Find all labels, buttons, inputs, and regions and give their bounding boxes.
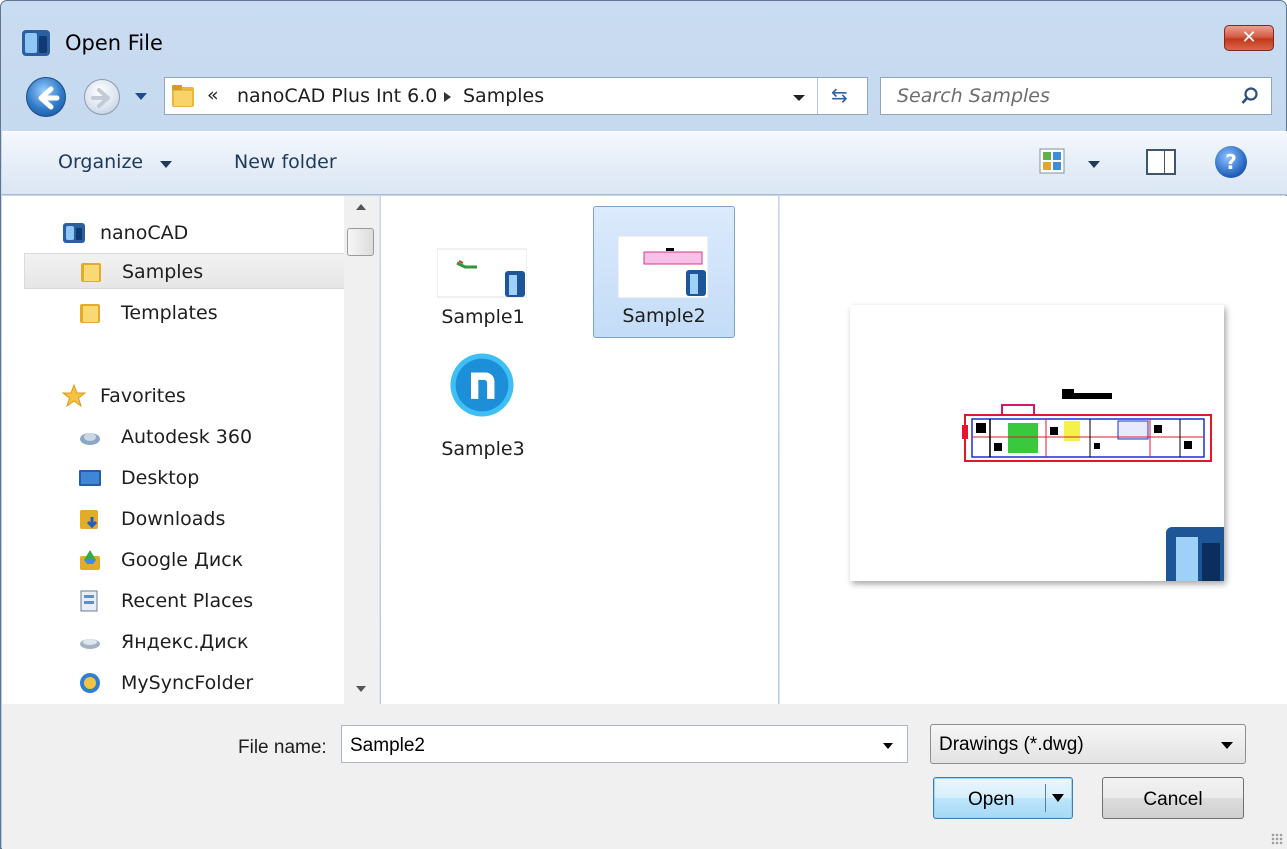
search-box[interactable]: [880, 77, 1272, 115]
nanocad-document-icon: [450, 353, 514, 417]
close-icon: ✕: [1241, 27, 1257, 48]
back-arrow-icon: [38, 86, 60, 110]
google-drive-icon: [80, 550, 100, 570]
breadcrumb-segment-samples[interactable]: Samples: [463, 85, 544, 107]
file-name-label: File name:: [238, 737, 327, 758]
organize-dropdown-arrow[interactable]: [160, 161, 172, 168]
file-item-sample3[interactable]: Sample3: [412, 339, 554, 471]
scroll-thumb[interactable]: [347, 228, 374, 256]
nav-label: MySyncFolder: [121, 672, 254, 694]
change-view-icon[interactable]: [1039, 148, 1065, 174]
recent-locations-dropdown[interactable]: [135, 93, 147, 100]
organize-button[interactable]: Organize: [58, 151, 143, 173]
new-folder-button[interactable]: New folder: [234, 151, 337, 173]
cloud-icon: [80, 433, 100, 445]
file-type-value[interactable]: Drawings (*.dwg): [939, 734, 1084, 756]
address-overflow-chevron[interactable]: «: [207, 84, 219, 106]
star-icon: [62, 384, 86, 408]
folder-icon: [81, 263, 101, 282]
nav-label: nanoCAD: [100, 222, 189, 244]
view-options-dropdown-arrow[interactable]: [1088, 161, 1100, 168]
file-type-select[interactable]: Drawings (*.dwg): [930, 724, 1246, 764]
command-toolbar: Organize New folder ?: [2, 131, 1287, 195]
refresh-icon[interactable]: ⇆: [831, 83, 848, 107]
title-bar: Open File ✕: [1, 1, 1286, 61]
open-options-arrow-icon[interactable]: [1052, 794, 1064, 802]
help-glyph: ?: [1225, 150, 1237, 174]
file-name-label: Sample2: [622, 305, 706, 327]
recent-places-icon: [80, 590, 98, 612]
file-name-value[interactable]: Sample2: [350, 735, 425, 757]
folder-icon: [80, 304, 100, 323]
nav-item-favorites[interactable]: Favorites: [52, 378, 390, 414]
drawing-preview: [850, 305, 1230, 587]
nav-item-samples[interactable]: Samples: [24, 253, 362, 289]
open-button[interactable]: Open: [933, 777, 1073, 819]
open-file-dialog: Open File ✕ « nanoCAD Plus Int 6.0 Sampl…: [0, 0, 1287, 849]
nav-label: Samples: [122, 261, 204, 283]
yandex-disk-icon: [80, 639, 100, 649]
nav-item-autodesk-360[interactable]: Autodesk 360: [24, 419, 362, 455]
search-icon[interactable]: [1241, 87, 1259, 105]
forward-button[interactable]: [84, 79, 120, 115]
nav-item-yandex-disk[interactable]: Яндекс.Диск: [24, 624, 362, 660]
preview-pane: [779, 196, 1287, 704]
file-item-sample2[interactable]: Sample2: [593, 206, 735, 338]
file-name-label: Sample3: [441, 438, 525, 460]
file-name-label: Sample1: [441, 306, 525, 328]
cancel-button-label: Cancel: [1143, 789, 1203, 810]
nav-label: Autodesk 360: [121, 426, 253, 448]
nav-item-nanocad[interactable]: nanoCAD: [52, 215, 390, 251]
cancel-button[interactable]: Cancel: [1102, 777, 1244, 819]
open-split-divider: [1045, 784, 1046, 812]
nanocad-icon: [63, 223, 85, 243]
nav-item-desktop[interactable]: Desktop: [24, 460, 362, 496]
desktop-icon: [79, 470, 101, 486]
file-name-dropdown-arrow[interactable]: [883, 743, 893, 749]
nav-item-templates[interactable]: Templates: [24, 295, 362, 331]
breadcrumb-segment-nanocad[interactable]: nanoCAD Plus Int 6.0: [237, 85, 437, 107]
nav-item-downloads[interactable]: Downloads: [24, 501, 362, 537]
nav-label: Favorites: [100, 385, 186, 407]
nav-scrollbar[interactable]: [344, 196, 379, 704]
address-bar[interactable]: « nanoCAD Plus Int 6.0 Samples ⇆: [164, 77, 868, 115]
dwg-thumbnail-icon: [437, 248, 527, 298]
nav-item-recent-places[interactable]: Recent Places: [24, 583, 362, 619]
breadcrumb-separator-icon[interactable]: [444, 92, 451, 102]
nav-label: Templates: [121, 302, 218, 324]
drawing-preview-image: [962, 389, 1230, 587]
nav-label: Google Диск: [121, 549, 244, 571]
file-name-combobox[interactable]: Sample2: [341, 725, 908, 763]
back-button[interactable]: [26, 77, 66, 117]
dialog-footer: File name: Sample2 Drawings (*.dwg) Open…: [2, 704, 1287, 849]
forward-arrow-icon: [91, 88, 110, 108]
resize-grip-icon[interactable]: [1271, 833, 1283, 845]
nav-label: Downloads: [121, 508, 226, 530]
nav-label: Recent Places: [121, 590, 254, 612]
close-button[interactable]: ✕: [1224, 25, 1274, 51]
file-type-dropdown-arrow[interactable]: [1221, 742, 1233, 749]
file-item-sample1[interactable]: Sample1: [412, 207, 554, 339]
scroll-up-arrow-icon[interactable]: [356, 204, 366, 210]
address-dropdown-arrow[interactable]: [793, 95, 805, 101]
scroll-down-arrow-icon[interactable]: [356, 686, 366, 692]
open-button-label: Open: [968, 789, 1015, 810]
address-divider: [817, 78, 818, 114]
navigation-pane: nanoCAD Samples Templates Favorites Auto…: [2, 196, 380, 704]
file-list: Sample1 Sample2 Sample3: [381, 196, 778, 704]
nav-item-mysyncfolder[interactable]: MySyncFolder: [24, 665, 362, 701]
dwg-thumbnail-icon: [618, 235, 708, 298]
window-title: Open File: [65, 31, 163, 55]
preview-pane-toggle-icon[interactable]: [1146, 149, 1176, 175]
downloads-icon: [80, 510, 98, 529]
folder-icon: [172, 85, 194, 107]
nav-label: Яндекс.Диск: [121, 631, 249, 653]
nanocad-app-icon: [22, 30, 50, 56]
nav-label: Desktop: [121, 467, 200, 489]
sync-folder-icon: [80, 673, 100, 693]
help-icon[interactable]: ?: [1215, 146, 1247, 178]
nav-item-google-disk[interactable]: Google Диск: [24, 542, 362, 578]
search-input[interactable]: [897, 84, 1217, 108]
